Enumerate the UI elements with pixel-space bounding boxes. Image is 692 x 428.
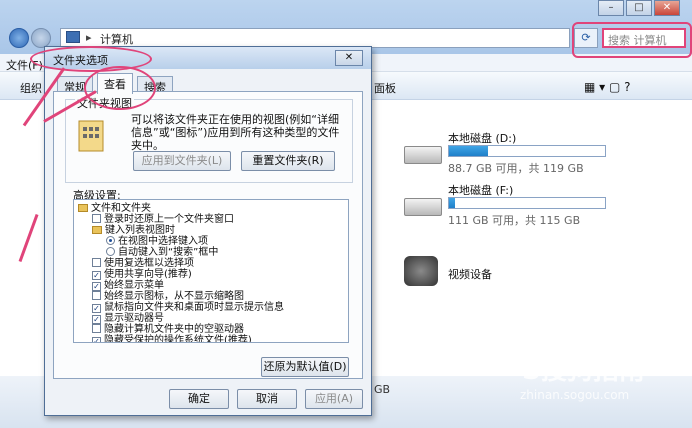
back-button[interactable] xyxy=(9,28,29,48)
setting-label: 键入列表视图时 xyxy=(105,225,175,236)
setting-row[interactable]: 文件和文件夹 xyxy=(78,203,151,214)
setting-row[interactable]: 键入列表视图时 xyxy=(92,225,175,236)
setting-label: 隐藏计算机文件夹中的空驱动器 xyxy=(104,324,244,335)
minimize-button[interactable]: – xyxy=(598,0,624,16)
video-camera-icon xyxy=(404,256,438,286)
organize-button[interactable]: 组织 xyxy=(20,80,42,96)
setting-row[interactable]: ✓ 使用共享向导(推荐) xyxy=(92,269,192,280)
folder-icon xyxy=(92,226,102,234)
drive-d-name[interactable]: 本地磁盘 (D:) xyxy=(448,130,516,146)
drive-f-capacity: 111 GB 可用，共 115 GB xyxy=(448,214,581,227)
checkbox[interactable]: ✓ xyxy=(92,282,101,291)
apply-button[interactable]: 应用(A) xyxy=(305,389,363,409)
folder-view-icon xyxy=(77,119,107,159)
setting-label: 文件和文件夹 xyxy=(91,203,151,214)
setting-label: 登录时还原上一个文件夹窗口 xyxy=(104,214,234,225)
setting-row[interactable]: 登录时还原上一个文件夹窗口 xyxy=(92,214,234,225)
setting-row[interactable]: 自动键入到“搜索”框中 xyxy=(106,247,218,258)
setting-label: 始终显示菜单 xyxy=(104,280,164,291)
setting-label: 隐藏受保护的操作系统文件(推荐) xyxy=(104,335,252,343)
setting-row[interactable]: ✓ 始终显示菜单 xyxy=(92,280,164,291)
checkbox[interactable] xyxy=(92,291,101,300)
setting-label: 鼠标指向文件夹和桌面项时显示提示信息 xyxy=(104,302,284,313)
drive-d-icon xyxy=(404,146,442,164)
drive-d-usage-bar xyxy=(448,145,606,157)
setting-row[interactable]: 隐藏计算机文件夹中的空驱动器 xyxy=(92,324,244,335)
ok-button[interactable]: 确定 xyxy=(169,389,229,409)
breadcrumb-chevron-icon: ▸ xyxy=(86,31,92,44)
folder-icon xyxy=(78,204,88,212)
watermark-brand: S搜狗指南 xyxy=(522,356,645,386)
checkbox[interactable] xyxy=(92,324,101,333)
setting-row[interactable]: ✓ 鼠标指向文件夹和桌面项时显示提示信息 xyxy=(92,302,284,313)
highlight-search xyxy=(572,22,692,58)
checkbox[interactable] xyxy=(92,214,101,223)
cancel-button[interactable]: 取消 xyxy=(237,389,297,409)
content-area xyxy=(370,100,692,390)
radio-button[interactable] xyxy=(106,247,115,256)
setting-row[interactable]: 始终显示图标，从不显示缩略图 xyxy=(92,291,244,302)
setting-label: 始终显示图标，从不显示缩略图 xyxy=(104,291,244,302)
reset-folders-button[interactable]: 重置文件夹(R) xyxy=(241,151,335,171)
drive-f-icon xyxy=(404,198,442,216)
folder-view-description: 可以将该文件夹正在使用的视图(例如“详细信息”或“图标”)应用到所有这种类型的文… xyxy=(131,113,340,152)
radio-button[interactable] xyxy=(106,236,115,245)
window-controls: – □ ✕ xyxy=(598,0,688,16)
setting-label: 自动键入到“搜索”框中 xyxy=(118,247,219,258)
dialog-close-button[interactable]: ✕ xyxy=(335,50,363,66)
control-panel-button[interactable]: 面板 xyxy=(374,80,396,96)
drive-f-name[interactable]: 本地磁盘 (F:) xyxy=(448,182,513,198)
setting-label: 在视图中选择键入项 xyxy=(118,236,208,247)
apply-to-folders-button[interactable]: 应用到文件夹(L) xyxy=(133,151,231,171)
restore-defaults-button[interactable]: 还原为默认值(D) xyxy=(261,357,349,377)
address-text: 计算机 xyxy=(100,33,133,46)
close-window-button[interactable]: ✕ xyxy=(654,0,680,16)
setting-label: 使用复选框以选择项 xyxy=(104,258,194,269)
address-bar[interactable] xyxy=(60,28,570,48)
setting-row[interactable]: 使用复选框以选择项 xyxy=(92,258,194,269)
video-device-label[interactable]: 视频设备 xyxy=(448,266,492,282)
setting-label: 使用共享向导(推荐) xyxy=(104,269,192,280)
setting-row[interactable]: ✓ 显示驱动器号 xyxy=(92,313,164,324)
drive-f-usage-bar xyxy=(448,197,606,209)
drive-d-usage-fill xyxy=(449,146,488,156)
forward-button[interactable] xyxy=(31,28,51,48)
watermark-url: zhinan.sogou.com xyxy=(520,388,630,402)
status-size: GB xyxy=(374,383,391,396)
drive-d-capacity: 88.7 GB 可用，共 119 GB xyxy=(448,162,584,175)
checkbox[interactable]: ✓ xyxy=(92,337,101,342)
checkbox[interactable]: ✓ xyxy=(92,304,101,313)
maximize-button[interactable]: □ xyxy=(626,0,652,16)
checkbox[interactable]: ✓ xyxy=(92,315,101,324)
setting-row[interactable]: 在视图中选择键入项 xyxy=(106,236,208,247)
drive-f-usage-fill xyxy=(449,198,456,208)
setting-row[interactable]: ✓ 隐藏受保护的操作系统文件(推荐) xyxy=(92,335,252,343)
view-options-icon[interactable]: ▦ ▾ ▢ ? xyxy=(584,80,631,94)
advanced-settings-list[interactable]: 文件和文件夹 登录时还原上一个文件夹窗口 键入列表视图时 在视图中选择键入项 自动键入到… xyxy=(73,199,349,343)
checkbox[interactable]: ✓ xyxy=(92,271,101,280)
computer-icon xyxy=(66,31,80,43)
tab-view[interactable]: 查看 xyxy=(97,73,133,94)
checkbox[interactable] xyxy=(92,258,101,267)
setting-label: 显示驱动器号 xyxy=(104,313,164,324)
